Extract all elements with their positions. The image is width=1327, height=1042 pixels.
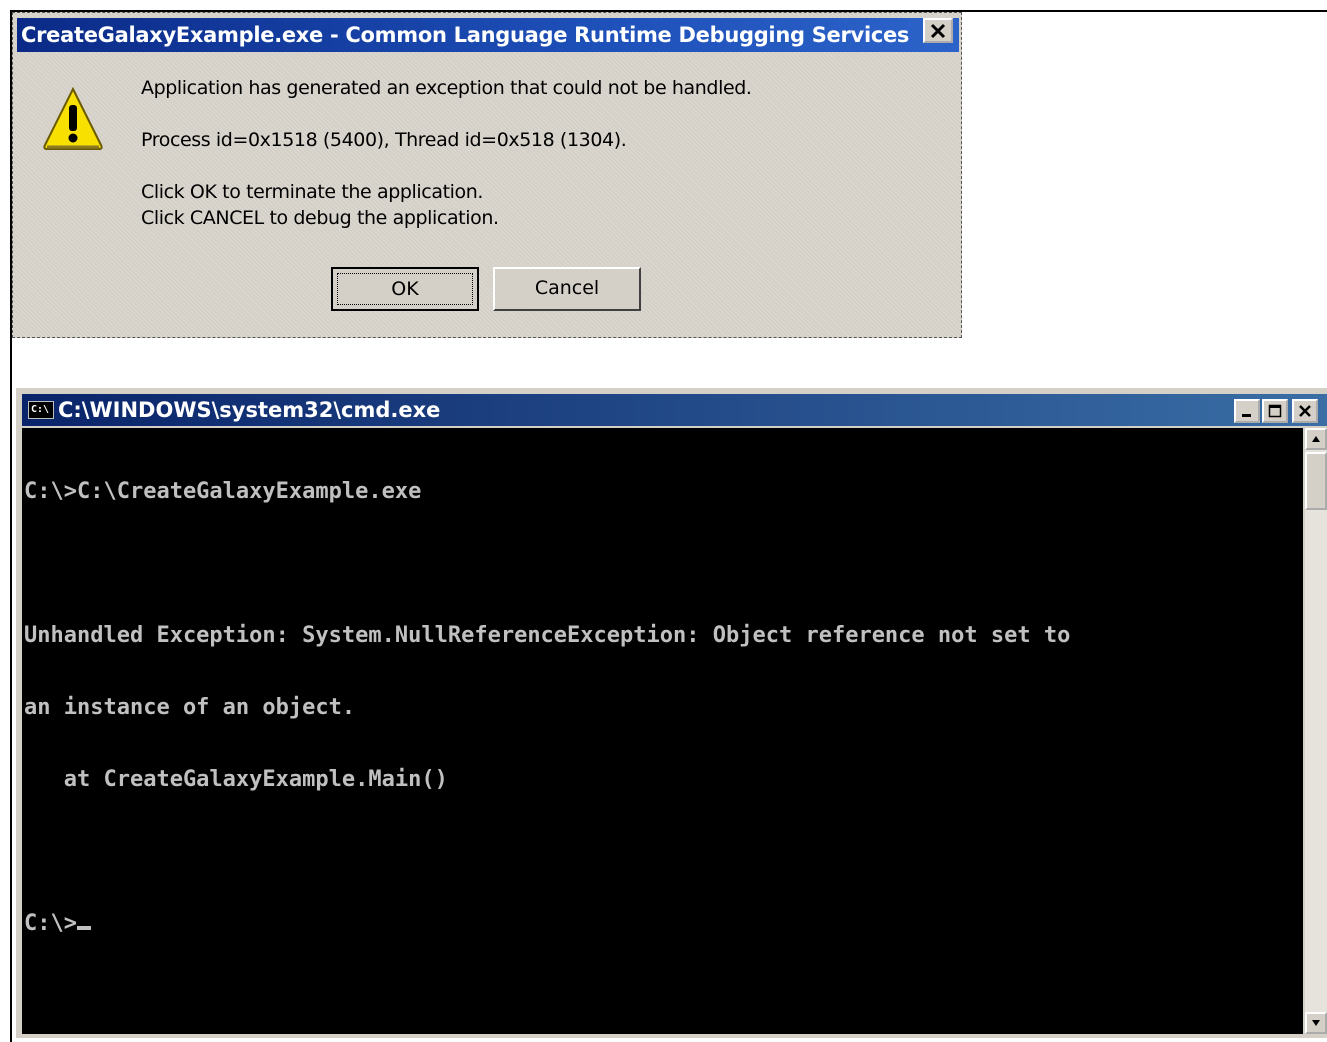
warning-icon: [43, 86, 103, 150]
close-icon: [1299, 405, 1311, 417]
console-prompt: C:\>: [24, 911, 77, 936]
close-icon: [930, 23, 946, 38]
cmd-title-bar[interactable]: C:\ C:\WINDOWS\system32\cmd.exe: [22, 394, 1327, 426]
console-output[interactable]: C:\>C:\CreateGalaxyExample.exe Unhandled…: [22, 428, 1303, 1034]
maximize-button[interactable]: [1262, 399, 1288, 423]
dialog-message: Application has generated an exception t…: [141, 77, 752, 99]
cmd-window: C:\ C:\WINDOWS\system32\cmd.exe C:\>C:\C…: [16, 388, 1327, 1038]
cancel-button-label: Cancel: [534, 277, 600, 299]
minimize-button[interactable]: [1234, 399, 1260, 423]
instruction-cancel: Click CANCEL to debug the application.: [141, 207, 499, 229]
minimize-icon: [1242, 414, 1251, 417]
console-prompt-line[interactable]: C:\>: [24, 912, 1303, 936]
instruction-ok: Click OK to terminate the application.: [141, 181, 484, 203]
error-dialog: CreateGalaxyExample.exe - Common Languag…: [12, 12, 962, 338]
vertical-scrollbar[interactable]: [1305, 428, 1327, 1034]
process-info: Process id=0x1518 (5400), Thread id=0x51…: [141, 129, 627, 151]
dialog-title: CreateGalaxyExample.exe - Common Languag…: [21, 23, 910, 47]
cmd-window-icon[interactable]: C:\: [28, 401, 54, 419]
cmd-title: C:\WINDOWS\system32\cmd.exe: [58, 398, 441, 422]
ok-button-label: OK: [337, 273, 473, 305]
scroll-down-button[interactable]: [1305, 1012, 1327, 1034]
arrow-down-icon: [1312, 1020, 1320, 1026]
cancel-button[interactable]: Cancel: [493, 267, 641, 311]
dialog-close-button[interactable]: [923, 18, 953, 43]
scroll-thumb[interactable]: [1305, 452, 1327, 510]
console-line: Unhandled Exception: System.NullReferenc…: [24, 623, 1071, 648]
maximize-icon: [1268, 404, 1282, 418]
console-line: C:\>C:\CreateGalaxyExample.exe: [24, 479, 422, 504]
console-line: at CreateGalaxyExample.Main(): [24, 767, 448, 792]
scroll-up-button[interactable]: [1305, 428, 1327, 450]
close-button[interactable]: [1292, 399, 1318, 423]
arrow-up-icon: [1312, 436, 1320, 442]
ok-button[interactable]: OK: [331, 267, 479, 311]
text-cursor: [76, 926, 91, 930]
console-line: an instance of an object.: [24, 695, 356, 720]
dialog-title-bar[interactable]: CreateGalaxyExample.exe - Common Languag…: [17, 18, 959, 52]
